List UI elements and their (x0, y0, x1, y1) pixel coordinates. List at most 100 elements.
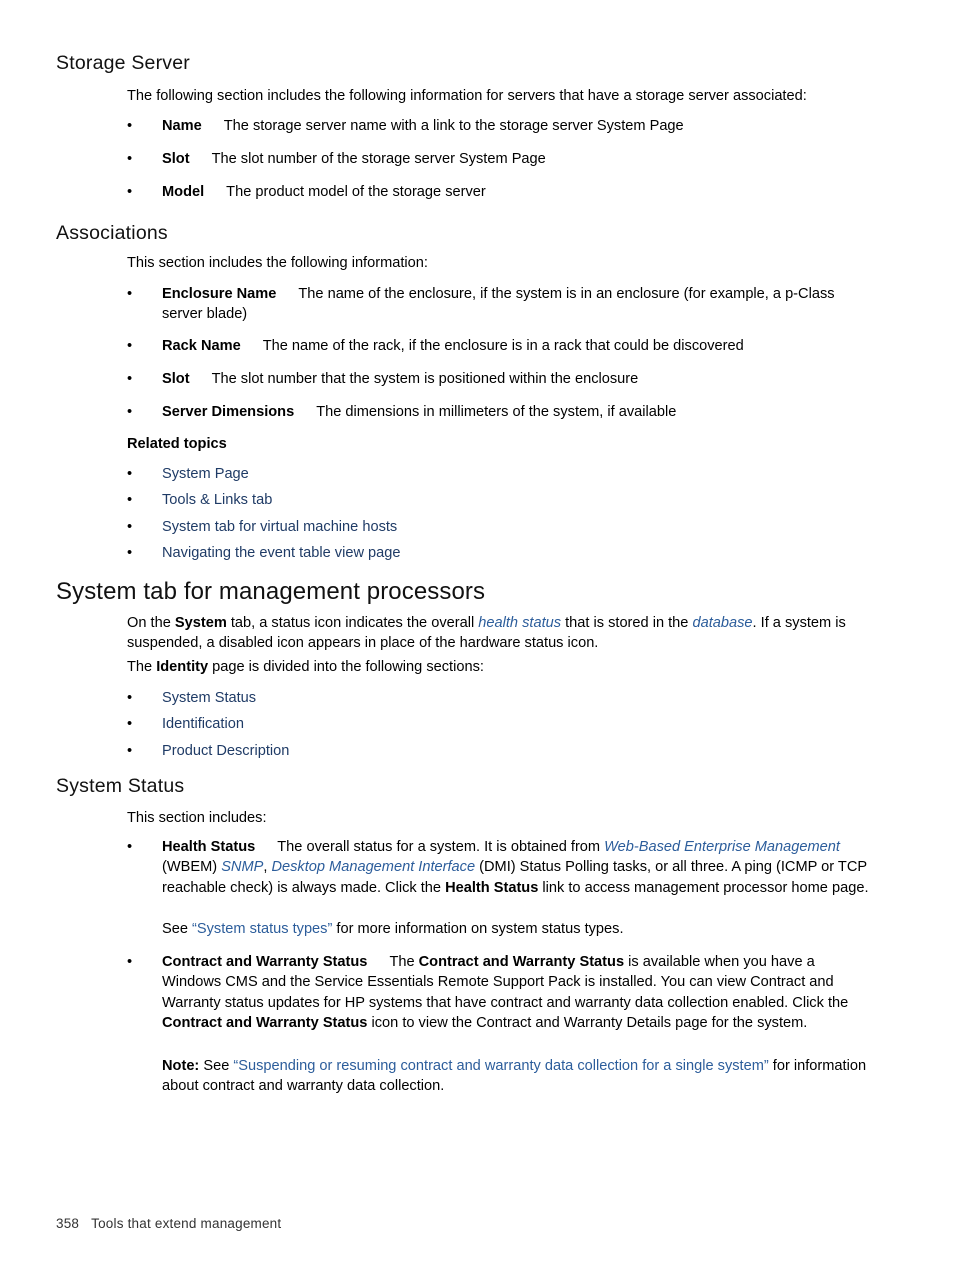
link-database[interactable]: database (692, 615, 752, 631)
footer-page-number: 358 (56, 1216, 80, 1231)
link-desktop-management-interface[interactable]: Desktop Management Interface (271, 859, 475, 875)
term-label: Enclosure Name (162, 286, 277, 302)
related-topics-heading: Related topics (127, 436, 227, 452)
text-segment: icon to view the Contract and Warranty D… (367, 1015, 808, 1032)
list-item[interactable]: • System Status (127, 688, 872, 708)
bullet-icon: • (127, 545, 133, 561)
system-tab-intro-paragraph: On the System tab, a status icon indicat… (127, 613, 872, 654)
list-item-text: Rack Name The name of the rack, if the en… (162, 336, 872, 356)
text-segment: See (162, 921, 193, 937)
list-item-text: Slot The slot number of the storage serve… (162, 149, 872, 169)
list-item[interactable]: • Identification (127, 714, 872, 734)
related-topic-link[interactable]: System tab for virtual machine hosts (162, 517, 872, 537)
bullet-icon: • (127, 716, 133, 732)
related-topic-link[interactable]: Navigating the event table view page (162, 543, 872, 563)
list-item: • Name The storage server name with a lin… (127, 116, 872, 136)
heading-storage-server: Storage Server (56, 52, 190, 74)
bullet-icon: • (127, 404, 133, 420)
term-desc: The product model of the storage server (226, 184, 486, 200)
list-item-text: Health Status The overall status for a sy… (162, 837, 872, 898)
bullet-icon: • (127, 466, 133, 482)
text-segment: See (199, 1058, 234, 1074)
term-label: Server Dimensions (162, 404, 295, 420)
text-segment: link to access management processor home… (538, 879, 869, 896)
list-item-text: Model The product model of the storage se… (162, 182, 872, 202)
term-label: Health Status (162, 839, 256, 855)
text-segment: that is stored in the (561, 615, 693, 631)
list-item[interactable]: • System Page (127, 464, 872, 484)
section-link-product-description[interactable]: Product Description (162, 741, 872, 761)
link-system-status-types[interactable]: “System status types” (192, 921, 332, 937)
bullet-icon: • (127, 954, 133, 970)
term-desc: The storage server name with a link to t… (223, 118, 684, 134)
text-segment: The (389, 954, 419, 970)
bold-system: System (174, 615, 227, 631)
section-link-identification[interactable]: Identification (162, 714, 872, 734)
see-system-status-types-paragraph: See “System status types” for more infor… (162, 919, 872, 939)
bold-contract-warranty-status-1: Contract and Warranty Status (418, 954, 625, 970)
list-item[interactable]: • Product Description (127, 741, 872, 761)
system-status-intro: This section includes: (127, 810, 267, 826)
list-item: • Enclosure Name The name of the enclosur… (127, 284, 872, 325)
text-segment: for more information on system status ty… (332, 921, 624, 937)
bold-identity: Identity (156, 659, 209, 675)
bullet-icon: • (127, 519, 133, 535)
text-segment: On the (127, 615, 175, 631)
heading-system-status: System Status (56, 775, 185, 797)
list-item: • Server Dimensions The dimensions in mil… (127, 402, 872, 422)
associations-intro: This section includes the following info… (127, 255, 428, 271)
list-item[interactable]: • System tab for virtual machine hosts (127, 517, 872, 537)
text-segment: The overall status for a system. It is o… (277, 839, 605, 855)
text-segment: tab, a status icon indicates the overall (226, 615, 479, 631)
bullet-icon: • (127, 743, 133, 759)
list-item-text: Contract and Warranty Status The Contract… (162, 952, 872, 1034)
bullet-icon: • (127, 151, 133, 167)
term-label: Contract and Warranty Status (162, 954, 368, 970)
link-health-status[interactable]: health status (478, 615, 561, 631)
bullet-icon: • (127, 118, 133, 134)
term-label: Name (162, 118, 202, 134)
list-item: • Model The product model of the storage … (127, 182, 872, 202)
list-item-text: Enclosure Name The name of the enclosure,… (162, 284, 872, 325)
bullet-icon: • (127, 492, 133, 508)
list-item: • Contract and Warranty Status The Contra… (127, 952, 872, 1034)
term-desc: The slot number of the storage server Sy… (211, 151, 546, 167)
term-label: Slot (162, 151, 190, 167)
bold-contract-warranty-status-2: Contract and Warranty Status (162, 1015, 368, 1032)
bullet-icon: • (127, 338, 133, 354)
page-footer: 358 Tools that extend management (56, 1216, 281, 1231)
link-suspending-resuming-contract-warranty[interactable]: “Suspending or resuming contract and war… (233, 1058, 768, 1074)
list-item: • Slot The slot number that the system is… (127, 369, 872, 389)
heading-system-tab-management-processors: System tab for management processors (56, 578, 486, 605)
bullet-icon: • (127, 184, 133, 200)
heading-associations: Associations (56, 222, 168, 244)
text-segment: (WBEM) (162, 859, 222, 876)
list-item: • Health Status The overall status for a … (127, 837, 872, 898)
note-paragraph: Note: See “Suspending or resuming contra… (162, 1056, 872, 1097)
document-page: Storage Server The following section inc… (0, 0, 954, 1271)
list-item: • Rack Name The name of the rack, if the … (127, 336, 872, 356)
term-desc: The slot number that the system is posit… (211, 371, 639, 387)
text-segment: The (127, 659, 157, 675)
related-topic-link[interactable]: System Page (162, 464, 872, 484)
list-item-text: Server Dimensions The dimensions in milli… (162, 402, 872, 422)
identity-paragraph: The Identity page is divided into the fo… (127, 657, 872, 677)
storage-server-intro: The following section includes the follo… (127, 88, 807, 104)
list-item-text: Name The storage server name with a link … (162, 116, 872, 136)
term-label: Model (162, 184, 205, 200)
bold-health-status: Health Status (445, 879, 539, 896)
link-snmp[interactable]: SNMP (221, 859, 263, 875)
bullet-icon: • (127, 839, 133, 855)
term-desc: The dimensions in millimeters of the sys… (316, 404, 677, 420)
term-label: Rack Name (162, 338, 241, 354)
related-topic-link[interactable]: Tools & Links tab (162, 490, 872, 510)
text-segment: page is divided into the following secti… (208, 659, 484, 675)
footer-chapter-title: Tools that extend management (91, 1216, 282, 1231)
list-item[interactable]: • Navigating the event table view page (127, 543, 872, 563)
link-web-based-enterprise-management[interactable]: Web-Based Enterprise Management (604, 839, 840, 855)
note-label: Note: (162, 1058, 200, 1074)
bullet-icon: • (127, 371, 133, 387)
list-item[interactable]: • Tools & Links tab (127, 490, 872, 510)
list-item: • Slot The slot number of the storage ser… (127, 149, 872, 169)
section-link-system-status[interactable]: System Status (162, 688, 872, 708)
